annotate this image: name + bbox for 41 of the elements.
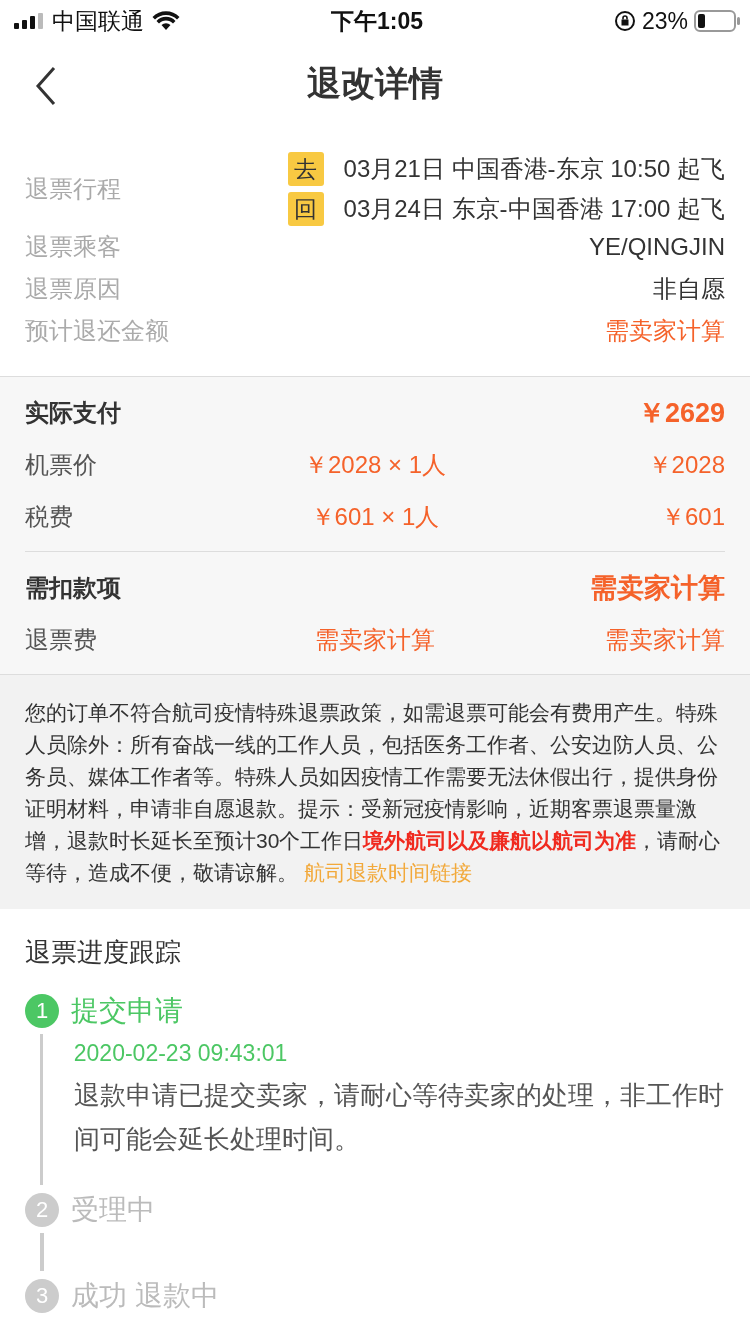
field-value: YE/QINGJIN (588, 233, 725, 261)
step-label: 提交申请 (71, 994, 183, 1028)
clock-time: 下午1:05 (330, 6, 423, 36)
total-amount: 需卖家计算 (590, 572, 725, 605)
section-title: 实际支付 (25, 398, 121, 428)
notice-text: 您的订单不符合航司疫情特殊退票政策，如需退票可能会有费用产生。特殊人员除外：所有奋战一线的工作人员，包括医务工作者、公安边防人员、公务员、媒体工作者等。特殊人员如因疫情工作需要无法休假出行，提供身份证明材料，申请非自愿退款。提示：受新冠疫情影响，近期客票退票量激增，退款时长延长至预计30个工作日境外航司以及廉航以航司为准，请耐心等待，造成不便，敬请谅解。 航司退款时间链接 (25, 700, 722, 886)
unit-price: ￥2028 × 1人 (302, 450, 448, 480)
step-label: 受理中 (71, 1193, 155, 1227)
section-title: 退票进度跟踪 (25, 936, 182, 969)
trip-badge: 回 (287, 192, 324, 226)
signal-icon (14, 13, 44, 29)
section-title: 需扣款项 (25, 573, 121, 603)
field-value: 需卖家计算 (605, 316, 725, 346)
step-time: 2020-02-23 09:43:01 (73, 1040, 289, 1067)
unit-price: ￥601 × 1人 (309, 502, 441, 532)
battery-icon (694, 10, 740, 32)
refund-time-link[interactable]: 航司退款时间链接 (303, 861, 472, 884)
field-label: 退票行程 (25, 174, 121, 204)
field-label: 预计退还金额 (25, 316, 169, 346)
step-label: 成功 退款中 (71, 1279, 219, 1313)
fee-amount: 需卖家计算 (604, 625, 725, 655)
page-title: 退改详情 (307, 63, 443, 104)
fee-label: 退票费 (25, 625, 98, 655)
total-amount: ￥2629 (637, 397, 725, 430)
rotation-lock-icon (613, 10, 636, 32)
fee-amount: ￥601 (659, 502, 725, 532)
step-number: 1 (25, 994, 59, 1028)
field-label: 退票原因 (25, 274, 121, 304)
unit-price: 需卖家计算 (314, 625, 436, 655)
fee-label: 机票价 (25, 450, 98, 480)
wifi-icon (152, 11, 180, 31)
battery-percent: 23% (641, 7, 688, 35)
fee-label: 税费 (25, 502, 74, 532)
flight-info: 03月21日 中国香港-东京 10:50 起飞 (343, 154, 725, 184)
fee-amount: ￥2028 (646, 450, 725, 480)
step-description: 退款申请已提交卖家，请耐心等待卖家的处理，非工作时间可能会延长处理时间。 (73, 1079, 725, 1156)
trip-badge: 去 (287, 152, 324, 186)
field-value: 非自愿 (653, 274, 725, 304)
flight-info: 03月24日 东京-中国香港 17:00 起飞 (343, 194, 725, 224)
field-label: 退票乘客 (25, 232, 121, 262)
carrier-name: 中国联通 (52, 6, 144, 36)
